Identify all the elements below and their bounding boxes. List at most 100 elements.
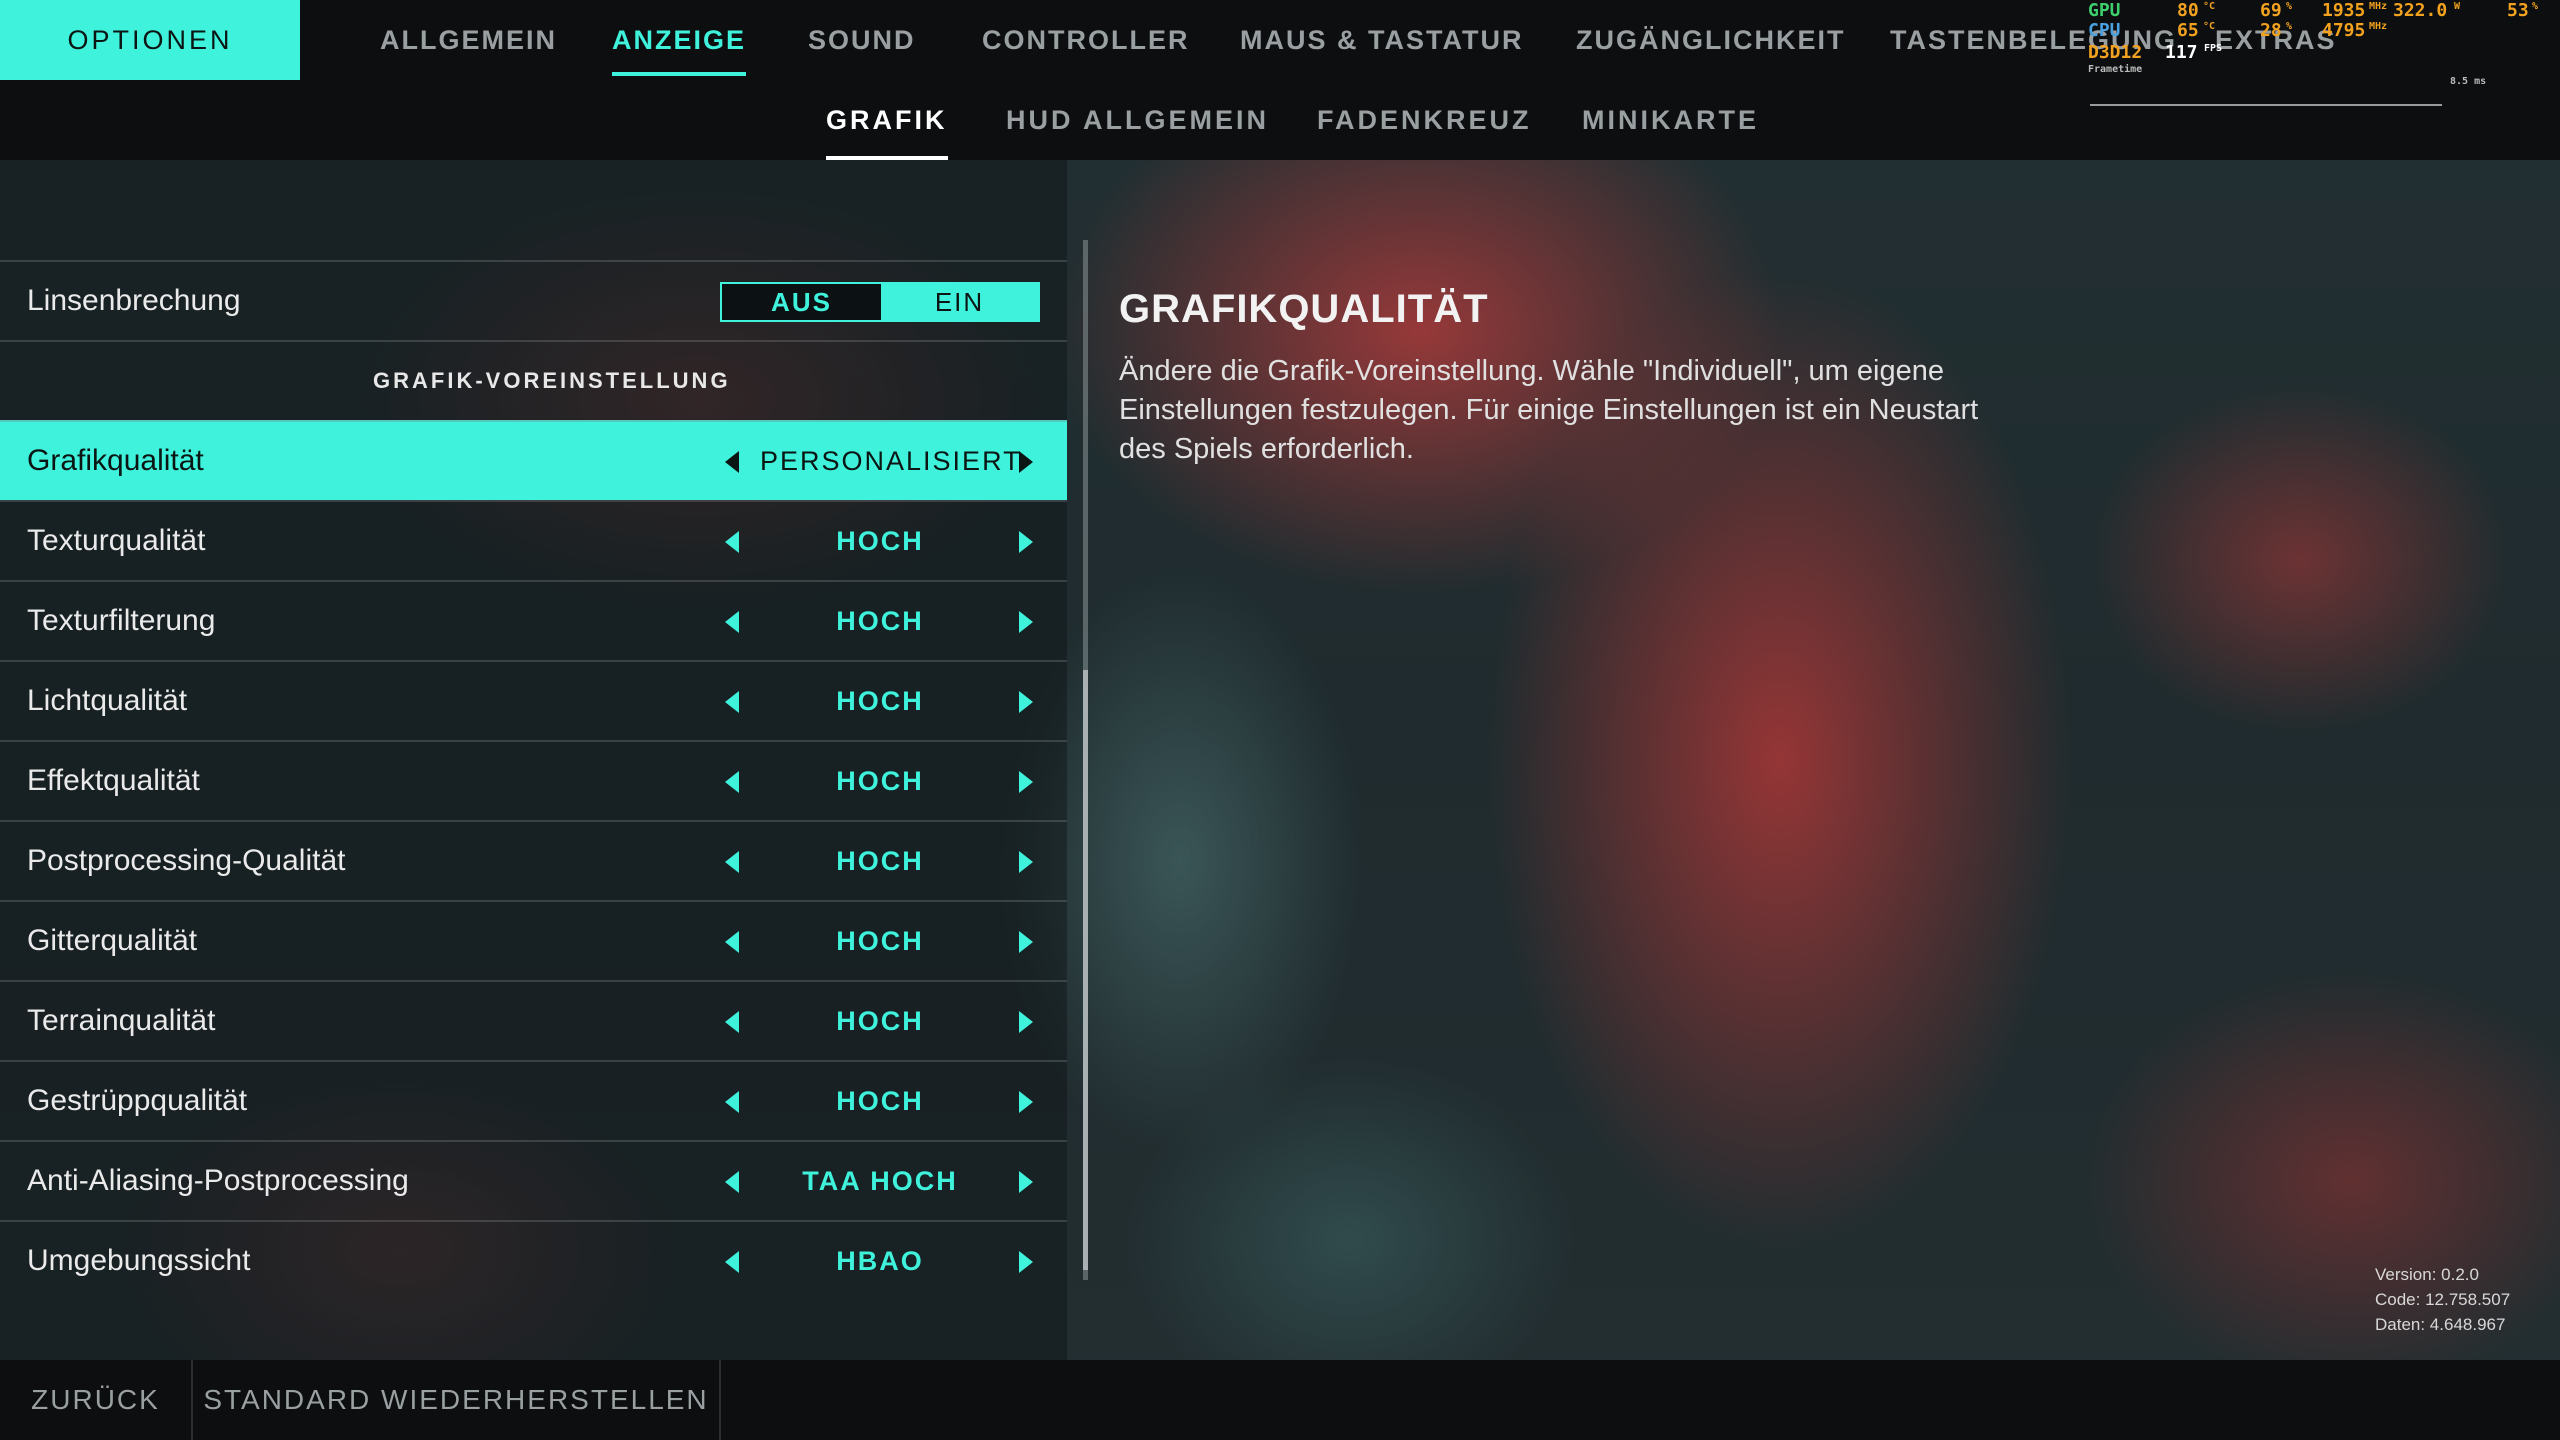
triangle-left-icon[interactable] (725, 851, 739, 873)
setting-label: Grafikqualität (27, 444, 204, 477)
setting-row-terrainqualitaet[interactable]: Terrainqualität HOCH (0, 980, 1067, 1060)
subtab-minikarte[interactable]: MINIKARTE (1582, 80, 1759, 160)
cpu-temp: 65 (2177, 20, 2199, 41)
frametime-label: Frametime (2088, 64, 2143, 75)
setting-label: Anti-Aliasing-Postprocessing (27, 1164, 409, 1197)
setting-value: HOCH (836, 685, 924, 716)
setting-value: HOCH (836, 845, 924, 876)
setting-row-texturqualitaet[interactable]: Texturqualität HOCH (0, 500, 1067, 580)
setting-label: Umgebungssicht (27, 1244, 251, 1277)
gpu-power: 322.0 (2393, 0, 2448, 21)
triangle-left-icon[interactable] (725, 1251, 739, 1273)
setting-value: HBAO (836, 1245, 924, 1276)
version-info: Version: 0.2.0 Code: 12.758.507 Daten: 4… (2375, 1262, 2510, 1337)
description-title: GRAFIKQUALITÄT (1119, 287, 1489, 331)
setting-row-lichtqualitaet[interactable]: Lichtqualität HOCH (0, 660, 1067, 740)
gpu-mem-unit: % (2532, 1, 2539, 12)
tab-maus-tastatur[interactable]: MAUS & TASTATUR (1240, 0, 1523, 80)
version-line: Version: 0.2.0 (2375, 1265, 2479, 1284)
setting-row-umgebungssicht[interactable]: Umgebungssicht HBAO (0, 1220, 1067, 1300)
scrollbar-thumb[interactable] (1083, 670, 1088, 1270)
section-title: GRAFIK-VOREINSTELLUNG (373, 368, 731, 393)
frametime-scale: 8.5 ms (2450, 76, 2487, 87)
gpu-temp: 80 (2177, 0, 2199, 21)
triangle-right-icon[interactable] (1019, 1171, 1033, 1193)
options-tab[interactable]: OPTIONEN (0, 0, 300, 80)
subtab-fadenkreuz[interactable]: FADENKREUZ (1317, 80, 1532, 160)
triangle-left-icon[interactable] (725, 611, 739, 633)
triangle-right-icon[interactable] (1019, 1091, 1033, 1113)
triangle-right-icon[interactable] (1019, 611, 1033, 633)
triangle-right-icon[interactable] (1019, 1011, 1033, 1033)
triangle-left-icon[interactable] (725, 451, 739, 473)
cpu-clock-unit: MHz (2369, 21, 2388, 32)
gpu-temp-unit: °C (2203, 1, 2216, 12)
lens-distortion-toggle[interactable]: AUS EIN (720, 282, 1040, 322)
cpu-clock: 4795 (2322, 20, 2366, 41)
triangle-left-icon[interactable] (725, 771, 739, 793)
triangle-left-icon[interactable] (725, 691, 739, 713)
setting-value: PERSONALISIERT (760, 445, 1022, 476)
gpu-load-unit: % (2286, 1, 2293, 12)
frametime-graph (2090, 104, 2442, 106)
triangle-right-icon[interactable] (1019, 931, 1033, 953)
setting-label: Gestrüppqualität (27, 1084, 248, 1117)
setting-row-anti-aliasing[interactable]: Anti-Aliasing-Postprocessing TAA HOCH (0, 1140, 1067, 1220)
triangle-left-icon[interactable] (725, 1091, 739, 1113)
cpu-temp-unit: °C (2203, 21, 2216, 32)
lens-distortion-row: Linsenbrechung AUS EIN (0, 260, 1067, 340)
cpu-load-unit: % (2286, 21, 2293, 32)
triangle-right-icon[interactable] (1019, 1251, 1033, 1273)
setting-row-postprocessing-qualitaet[interactable]: Postprocessing-Qualität HOCH (0, 820, 1067, 900)
setting-value: HOCH (836, 1005, 924, 1036)
subtab-hud-allgemein[interactable]: HUD ALLGEMEIN (1006, 80, 1269, 160)
code-line: Code: 12.758.507 (2375, 1290, 2511, 1309)
setting-label: Texturfilterung (27, 604, 216, 637)
setting-label: Terrainqualität (27, 1004, 216, 1037)
triangle-right-icon[interactable] (1019, 531, 1033, 553)
lens-distortion-label: Linsenbrechung (27, 284, 241, 317)
tab-zugaenglichkeit[interactable]: ZUGÄNGLICHKEIT (1576, 0, 1845, 80)
subtab-grafik[interactable]: GRAFIK (826, 80, 948, 160)
toggle-off-option[interactable]: AUS (722, 284, 881, 320)
data-line: Daten: 4.648.967 (2375, 1315, 2506, 1334)
triangle-right-icon[interactable] (1019, 691, 1033, 713)
setting-value: TAA HOCH (802, 1165, 958, 1196)
setting-row-texturfilterung[interactable]: Texturfilterung HOCH (0, 580, 1067, 660)
toggle-on-option[interactable]: EIN (881, 284, 1038, 320)
tab-allgemein[interactable]: ALLGEMEIN (380, 0, 557, 80)
setting-label: Gitterqualität (27, 924, 198, 957)
cpu-load: 28 (2260, 20, 2282, 41)
triangle-left-icon[interactable] (725, 531, 739, 553)
setting-label: Effektqualität (27, 764, 200, 797)
tab-sound[interactable]: SOUND (808, 0, 916, 80)
description-body: Ändere die Grafik-Voreinstellung. Wähle … (1119, 355, 1979, 465)
settings-scrollbar[interactable] (1083, 240, 1088, 1280)
triangle-right-icon[interactable] (1019, 771, 1033, 793)
fps-unit: FPS (2204, 43, 2223, 54)
tab-anzeige[interactable]: ANZEIGE (612, 0, 747, 80)
setting-label: Texturqualität (27, 524, 206, 557)
hardware-monitor-overlay: GPU 80 °C 69 % 1935 MHz 322.0 W 53 % CPU… (2085, 0, 2555, 110)
tab-controller[interactable]: CONTROLLER (982, 0, 1189, 80)
restore-defaults-button[interactable]: STANDARD WIEDERHERSTELLEN (193, 1360, 721, 1440)
setting-row-grafikqualitaet[interactable]: Grafikqualität PERSONALISIERT (0, 420, 1067, 500)
cpu-label: CPU (2088, 20, 2121, 41)
setting-row-gitterqualitaet[interactable]: Gitterqualität HOCH (0, 900, 1067, 980)
triangle-right-icon[interactable] (1019, 451, 1033, 473)
setting-label: Lichtqualität (27, 684, 188, 717)
back-button[interactable]: ZURÜCK (0, 1360, 193, 1440)
gpu-label: GPU (2088, 0, 2121, 21)
gpu-power-unit: W (2454, 1, 2461, 12)
triangle-right-icon[interactable] (1019, 851, 1033, 873)
triangle-left-icon[interactable] (725, 1011, 739, 1033)
triangle-left-icon[interactable] (725, 931, 739, 953)
gpu-clock: 1935 (2322, 0, 2366, 21)
setting-value: HOCH (836, 925, 924, 956)
setting-row-gestruepppqualitaet[interactable]: Gestrüppqualität HOCH (0, 1060, 1067, 1140)
setting-row-effektqualitaet[interactable]: Effektqualität HOCH (0, 740, 1067, 820)
gpu-clock-unit: MHz (2369, 1, 2388, 12)
setting-value: HOCH (836, 765, 924, 796)
triangle-left-icon[interactable] (725, 1171, 739, 1193)
setting-value: HOCH (836, 605, 924, 636)
